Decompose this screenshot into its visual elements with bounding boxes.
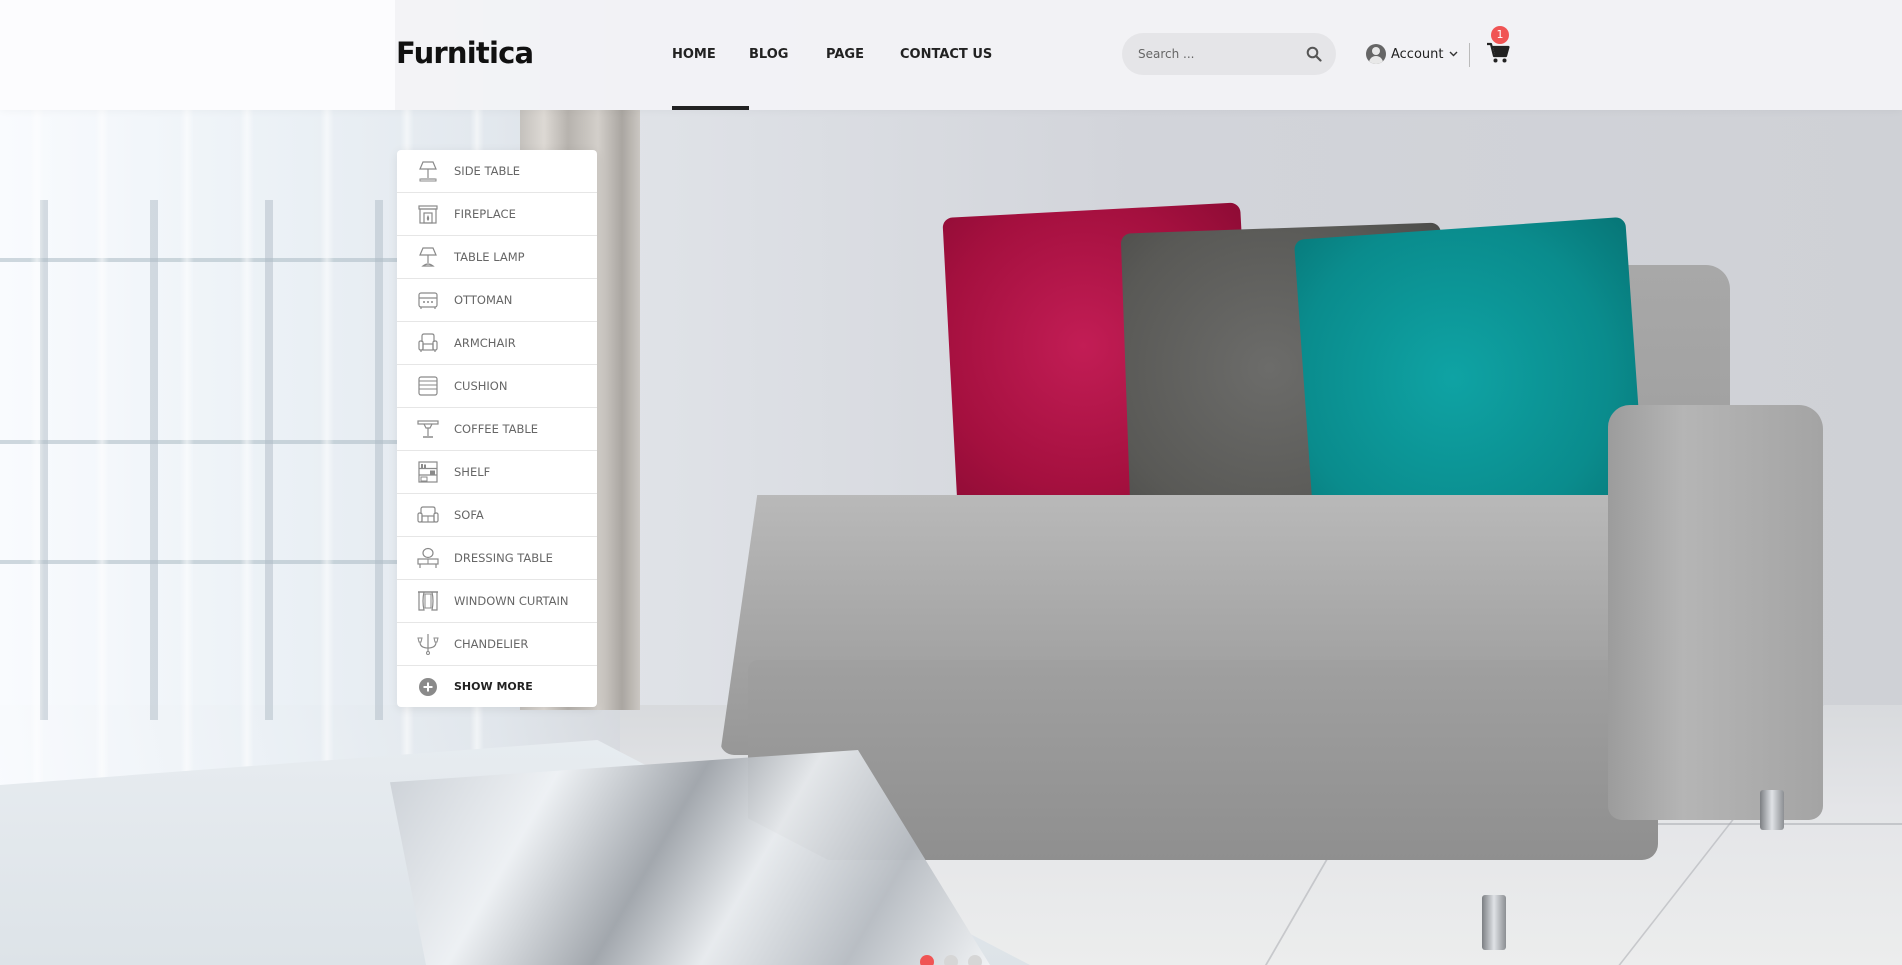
slider-dots bbox=[920, 955, 982, 965]
show-more-button[interactable]: SHOW MORE bbox=[397, 666, 597, 707]
chandelier-icon bbox=[417, 634, 439, 655]
slider-dot-2[interactable] bbox=[944, 955, 958, 965]
cushion-icon bbox=[418, 376, 438, 396]
site-header: Furnitica HOME BLOG PAGE CONTACT US Acco… bbox=[0, 0, 1902, 110]
slider-dot-3[interactable] bbox=[968, 955, 982, 965]
site-logo[interactable]: Furnitica bbox=[396, 36, 534, 70]
table-lamp-icon bbox=[419, 247, 437, 267]
armchair-icon bbox=[418, 333, 438, 352]
nav-page[interactable]: PAGE bbox=[826, 0, 900, 110]
category-label: CUSHION bbox=[454, 379, 508, 393]
category-label: TABLE LAMP bbox=[454, 250, 525, 264]
nav-home[interactable]: HOME bbox=[672, 0, 749, 110]
fireplace-icon bbox=[418, 205, 438, 224]
category-coffee-table[interactable]: COFFEE TABLE bbox=[397, 408, 597, 451]
category-armchair[interactable]: ARMCHAIR bbox=[397, 322, 597, 365]
category-label: ARMCHAIR bbox=[454, 336, 516, 350]
category-ottoman[interactable]: OTTOMAN bbox=[397, 279, 597, 322]
search-input[interactable] bbox=[1138, 33, 1298, 75]
search-icon[interactable] bbox=[1306, 46, 1322, 62]
side-table-icon bbox=[419, 161, 437, 182]
slider-dot-1[interactable] bbox=[920, 955, 934, 965]
category-dressing-table[interactable]: DRESSING TABLE bbox=[397, 537, 597, 580]
dressing-table-icon bbox=[417, 547, 439, 568]
category-label: WINDOWN CURTAIN bbox=[454, 594, 569, 608]
category-fireplace[interactable]: FIREPLACE bbox=[397, 193, 597, 236]
sofa-icon bbox=[417, 506, 439, 523]
shelf-icon bbox=[418, 461, 438, 483]
category-sofa[interactable]: SOFA bbox=[397, 494, 597, 537]
category-label: SHELF bbox=[454, 465, 491, 479]
cart-icon[interactable] bbox=[1486, 41, 1510, 65]
category-side-table[interactable]: SIDE TABLE bbox=[397, 150, 597, 193]
show-more-label: SHOW MORE bbox=[454, 680, 533, 693]
sofa-arm bbox=[1608, 405, 1823, 820]
coffee-table-icon bbox=[417, 420, 439, 438]
category-label: OTTOMAN bbox=[454, 293, 513, 307]
account-label: Account bbox=[1391, 46, 1444, 62]
hero-slide bbox=[0, 0, 1902, 965]
nav-contact-us[interactable]: CONTACT US bbox=[900, 0, 992, 110]
search-box bbox=[1122, 33, 1336, 75]
user-icon bbox=[1366, 44, 1386, 64]
category-label: CHANDELIER bbox=[454, 637, 529, 651]
cart-count-badge: 1 bbox=[1491, 26, 1509, 44]
category-label: SIDE TABLE bbox=[454, 164, 521, 178]
account-menu[interactable]: Account bbox=[1366, 43, 1458, 65]
sofa-leg bbox=[1482, 895, 1506, 950]
window-curtain-icon bbox=[418, 591, 438, 611]
category-label: COFFEE TABLE bbox=[454, 422, 539, 436]
header-divider bbox=[1469, 43, 1470, 67]
plus-circle-icon bbox=[419, 677, 437, 696]
category-window-curtain[interactable]: WINDOWN CURTAIN bbox=[397, 580, 597, 623]
nav-blog[interactable]: BLOG bbox=[749, 0, 826, 110]
category-menu: SIDE TABLE FIREPLACE TABLE LAMP OTTOMAN bbox=[397, 150, 597, 707]
category-chandelier[interactable]: CHANDELIER bbox=[397, 623, 597, 666]
sofa-leg bbox=[1760, 790, 1784, 830]
category-shelf[interactable]: SHELF bbox=[397, 451, 597, 494]
chevron-down-icon bbox=[1449, 51, 1457, 57]
main-nav: HOME BLOG PAGE CONTACT US bbox=[672, 0, 992, 110]
category-label: SOFA bbox=[454, 508, 484, 522]
category-cushion[interactable]: CUSHION bbox=[397, 365, 597, 408]
category-label: DRESSING TABLE bbox=[454, 551, 553, 565]
ottoman-icon bbox=[418, 292, 438, 309]
category-label: FIREPLACE bbox=[454, 207, 516, 221]
category-table-lamp[interactable]: TABLE LAMP bbox=[397, 236, 597, 279]
